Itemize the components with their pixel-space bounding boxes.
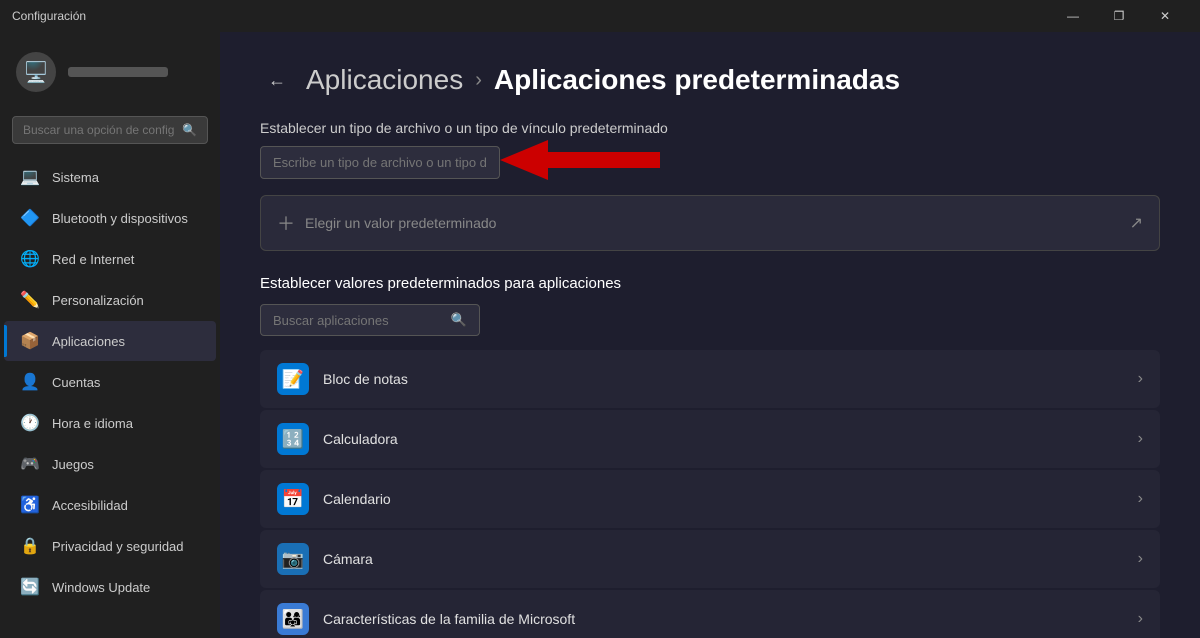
section2-label: Establecer valores predeterminados para … — [260, 275, 1160, 292]
red-arrow-icon — [490, 140, 670, 180]
app-name-calculator: Calculadora — [323, 431, 398, 447]
sidebar-item-aplicaciones[interactable]: 📦 Aplicaciones — [4, 321, 216, 361]
app-name-calendar: Calendario — [323, 491, 391, 507]
accesibilidad-icon: ♿ — [20, 495, 40, 515]
content-area: ← Aplicaciones › Aplicaciones predetermi… — [220, 32, 1200, 638]
sidebar-label-personalizacion: Personalización — [52, 293, 144, 308]
arrow-annotation — [490, 140, 670, 180]
app-item-calendar-left: 📅 Calendario — [277, 483, 391, 515]
chevron-right-family: › — [1138, 610, 1143, 628]
sidebar-label-red: Red e Internet — [52, 252, 134, 267]
sidebar-search-box[interactable]: 🔍 — [12, 116, 208, 144]
app-search-row[interactable]: 🔍 — [260, 304, 480, 336]
app-item-calculator-left: 🔢 Calculadora — [277, 423, 398, 455]
user-name — [68, 67, 168, 77]
sidebar-label-hora: Hora e idioma — [52, 416, 133, 431]
personalizacion-icon: ✏️ — [20, 290, 40, 310]
bluetooth-icon: 🔷 — [20, 208, 40, 228]
plus-icon: ＋ — [277, 210, 295, 236]
choose-default-row[interactable]: ＋ Elegir un valor predeterminado ↗ — [260, 195, 1160, 251]
app-list: 📝 Bloc de notas › 🔢 Calculadora › 📅 Cale… — [260, 350, 1160, 638]
section1-label: Establecer un tipo de archivo o un tipo … — [260, 120, 1160, 136]
sidebar-label-aplicaciones: Aplicaciones — [52, 334, 125, 349]
sidebar-label-cuentas: Cuentas — [52, 375, 100, 390]
sidebar-label-update: Windows Update — [52, 580, 150, 595]
search-icon: 🔍 — [182, 123, 197, 137]
calendar-icon: 📅 — [277, 483, 309, 515]
back-button[interactable]: ← — [260, 66, 294, 95]
privacidad-icon: 🔒 — [20, 536, 40, 556]
app-item-notepad[interactable]: 📝 Bloc de notas › — [260, 350, 1160, 408]
sidebar-item-juegos[interactable]: 🎮 Juegos — [4, 444, 216, 484]
sidebar: 🖥️ 🔍 💻 Sistema 🔷 Bluetooth y dispositivo… — [0, 32, 220, 638]
sidebar-item-update[interactable]: 🔄 Windows Update — [4, 567, 216, 607]
sidebar-item-cuentas[interactable]: 👤 Cuentas — [4, 362, 216, 402]
app-search-input[interactable] — [273, 313, 443, 328]
breadcrumb-parent: Aplicaciones — [306, 64, 463, 96]
juegos-icon: 🎮 — [20, 454, 40, 474]
titlebar: Configuración — ❐ ✕ — [0, 0, 1200, 32]
cuentas-icon: 👤 — [20, 372, 40, 392]
app-name-family: Características de la familia de Microso… — [323, 611, 575, 627]
restore-button[interactable]: ❐ — [1096, 0, 1142, 32]
app-item-calculator[interactable]: 🔢 Calculadora › — [260, 410, 1160, 468]
red-icon: 🌐 — [20, 249, 40, 269]
chevron-right-calendar: › — [1138, 490, 1143, 508]
search-input[interactable] — [23, 123, 174, 137]
app-name-notepad: Bloc de notas — [323, 371, 408, 387]
choose-default-left: ＋ Elegir un valor predeterminado — [277, 210, 496, 236]
app-item-camera-left: 📷 Cámara — [277, 543, 373, 575]
camera-icon: 📷 — [277, 543, 309, 575]
avatar: 🖥️ — [16, 52, 56, 92]
sidebar-item-accesibilidad[interactable]: ♿ Accesibilidad — [4, 485, 216, 525]
user-section: 🖥️ — [0, 40, 220, 104]
minimize-button[interactable]: — — [1050, 0, 1096, 32]
app-search-icon: 🔍 — [451, 312, 467, 328]
update-icon: 🔄 — [20, 577, 40, 597]
chevron-right-notepad: › — [1138, 370, 1143, 388]
sidebar-item-privacidad[interactable]: 🔒 Privacidad y seguridad — [4, 526, 216, 566]
app-item-notepad-left: 📝 Bloc de notas — [277, 363, 408, 395]
app-item-family-left: 👨‍👩‍👧 Características de la familia de M… — [277, 603, 575, 635]
app-name-camera: Cámara — [323, 551, 373, 567]
app-item-camera[interactable]: 📷 Cámara › — [260, 530, 1160, 588]
choose-default-label: Elegir un valor predeterminado — [305, 215, 496, 231]
breadcrumb-current: Aplicaciones predeterminadas — [494, 64, 900, 96]
main-container: 🖥️ 🔍 💻 Sistema 🔷 Bluetooth y dispositivo… — [0, 32, 1200, 638]
sistema-icon: 💻 — [20, 167, 40, 187]
sidebar-item-sistema[interactable]: 💻 Sistema — [4, 157, 216, 197]
titlebar-controls: — ❐ ✕ — [1050, 0, 1188, 32]
sidebar-label-accesibilidad: Accesibilidad — [52, 498, 128, 513]
breadcrumb: ← Aplicaciones › Aplicaciones predetermi… — [260, 64, 1160, 96]
titlebar-title: Configuración — [12, 9, 1050, 23]
hora-icon: 🕐 — [20, 413, 40, 433]
family-icon: 👨‍👩‍👧 — [277, 603, 309, 635]
sidebar-label-bluetooth: Bluetooth y dispositivos — [52, 211, 188, 226]
nav-items: 💻 Sistema 🔷 Bluetooth y dispositivos 🌐 R… — [0, 152, 220, 638]
file-type-row — [260, 146, 1160, 179]
breadcrumb-separator: › — [475, 69, 482, 92]
file-type-input[interactable] — [260, 146, 500, 179]
sidebar-item-bluetooth[interactable]: 🔷 Bluetooth y dispositivos — [4, 198, 216, 238]
sidebar-item-red[interactable]: 🌐 Red e Internet — [4, 239, 216, 279]
sidebar-item-personalizacion[interactable]: ✏️ Personalización — [4, 280, 216, 320]
sidebar-label-sistema: Sistema — [52, 170, 99, 185]
aplicaciones-icon: 📦 — [20, 331, 40, 351]
calculator-icon: 🔢 — [277, 423, 309, 455]
app-item-calendar[interactable]: 📅 Calendario › — [260, 470, 1160, 528]
app-item-family[interactable]: 👨‍👩‍👧 Características de la familia de M… — [260, 590, 1160, 638]
chevron-right-calculator: › — [1138, 430, 1143, 448]
external-link-icon: ↗ — [1130, 213, 1143, 233]
sidebar-label-juegos: Juegos — [52, 457, 94, 472]
notepad-icon: 📝 — [277, 363, 309, 395]
sidebar-label-privacidad: Privacidad y seguridad — [52, 539, 184, 554]
chevron-right-camera: › — [1138, 550, 1143, 568]
sidebar-item-hora[interactable]: 🕐 Hora e idioma — [4, 403, 216, 443]
close-button[interactable]: ✕ — [1142, 0, 1188, 32]
